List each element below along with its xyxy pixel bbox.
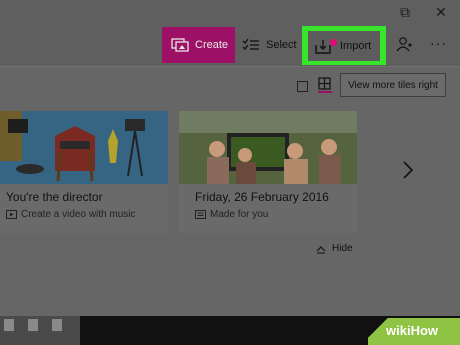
add-person-icon[interactable] <box>396 36 412 55</box>
album-icon <box>195 210 206 219</box>
select-label: Select <box>266 39 297 51</box>
main-content: View more tiles right You're the directo… <box>0 66 460 317</box>
grid-view-icon[interactable] <box>318 77 332 98</box>
tile-subtitle: Create a video with music <box>6 209 136 220</box>
import-label: Import <box>340 40 372 52</box>
tile-director[interactable]: You're the director Create a video with … <box>0 111 168 233</box>
hide-label: Hide <box>332 243 353 254</box>
tile-subtitle: Made for you <box>195 209 268 220</box>
hide-button[interactable]: Hide <box>316 243 353 254</box>
create-label: Create <box>195 39 229 51</box>
watermark-text: wikiHow <box>386 323 439 338</box>
import-icon <box>314 37 337 55</box>
slideshow-icon <box>171 38 189 52</box>
create-button[interactable]: Create <box>162 27 235 63</box>
tile-subtitle-text: Create a video with music <box>21 209 136 220</box>
collapse-icon <box>316 245 326 253</box>
desktop-icons <box>0 316 80 345</box>
tile-title: You're the director <box>6 190 103 204</box>
desktop-file-icon[interactable] <box>52 319 62 331</box>
checklist-icon <box>242 38 259 50</box>
restore-icon[interactable]: ⧉ <box>390 2 420 22</box>
single-view-icon[interactable] <box>297 79 308 97</box>
wikihow-watermark: wikiHow <box>368 318 460 345</box>
tile-title: Friday, 26 February 2016 <box>195 190 329 204</box>
video-icon <box>6 210 17 219</box>
notification-badge <box>330 39 337 46</box>
title-bar: ⧉ ✕ <box>0 0 460 24</box>
toolbar: Create Select Import ··· <box>0 24 460 66</box>
event-photo-thumbnail <box>179 111 357 184</box>
tile-friday[interactable]: Friday, 26 February 2016 Made for you <box>179 111 357 233</box>
close-icon[interactable]: ✕ <box>426 2 456 22</box>
desktop-file-icon[interactable] <box>4 319 14 331</box>
tile-subtitle-text: Made for you <box>210 209 269 220</box>
select-button[interactable]: Select <box>242 27 297 63</box>
import-button[interactable]: Import <box>308 31 380 61</box>
more-options-icon[interactable]: ··· <box>430 35 447 51</box>
desktop-file-icon[interactable] <box>28 319 38 331</box>
tooltip: View more tiles right <box>340 73 446 97</box>
director-thumbnail <box>0 111 168 184</box>
chevron-right-icon[interactable] <box>402 161 414 185</box>
